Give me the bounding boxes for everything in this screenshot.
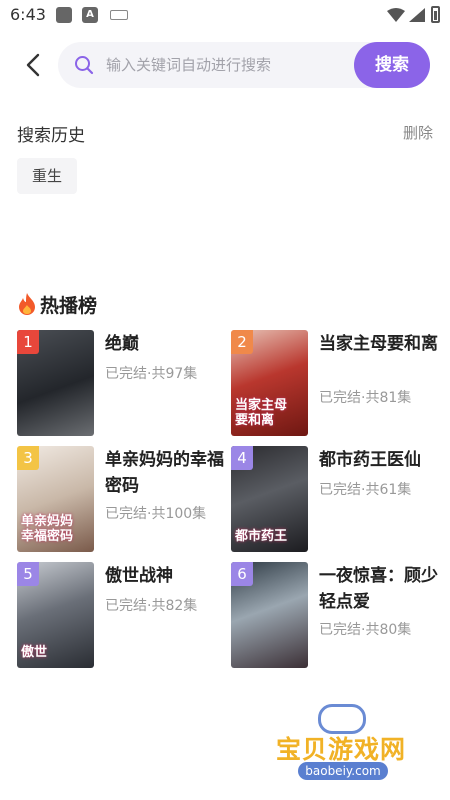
poster-thumbnail: 3 单亲妈妈 幸福密码: [17, 446, 94, 552]
status-time: 6:43: [10, 5, 46, 24]
poster-thumbnail: 6: [231, 562, 308, 668]
rank-badge: 4: [231, 446, 253, 470]
delete-history-button[interactable]: 删除: [403, 122, 433, 143]
watermark-logo: 宝贝游戏网 baobeiy.com: [268, 700, 418, 796]
hot-list-item[interactable]: 1 绝巅已完结·共97集: [17, 330, 227, 436]
episode-meta: 已完结·共100集: [105, 506, 207, 522]
drama-title: 当家主母要和离: [319, 334, 438, 354]
episode-meta: 已完结·共82集: [105, 598, 198, 614]
signal-icon: [409, 8, 425, 22]
back-button[interactable]: [18, 50, 48, 80]
search-input[interactable]: [106, 50, 346, 80]
poster-title-art: 傲世: [21, 645, 48, 660]
search-bar: 搜索: [58, 42, 430, 88]
status-bar: 6:43 A: [0, 0, 450, 30]
poster-thumbnail: 1: [17, 330, 94, 436]
search-history-title: 搜索历史: [17, 126, 85, 146]
episode-meta: 已完结·共61集: [319, 482, 412, 498]
episode-meta: 已完结·共97集: [105, 366, 198, 382]
poster-thumbnail: 5 傲世: [17, 562, 94, 668]
watermark-brand: 宝贝游戏网: [276, 735, 407, 764]
wifi-icon: [387, 8, 405, 22]
fire-icon: [19, 293, 35, 315]
rank-badge: 6: [231, 562, 253, 586]
episode-meta: 已完结·共80集: [319, 622, 412, 638]
keyboard-icon: [110, 10, 128, 20]
app-notification-icon: A: [82, 7, 98, 23]
poster-thumbnail: 4 都市药王: [231, 446, 308, 552]
poster-title-art: 当家主母 要和离: [235, 398, 288, 428]
poster-title-art: 单亲妈妈 幸福密码: [21, 514, 74, 544]
rank-badge: 5: [17, 562, 39, 586]
hot-list-item[interactable]: 5 傲世 傲世战神已完结·共82集: [17, 562, 227, 668]
drama-title: 一夜惊喜：顾少轻点爱: [319, 566, 438, 612]
episode-meta: 已完结·共81集: [319, 390, 412, 406]
battery-icon: [431, 6, 440, 23]
hot-list-header: 热播榜: [17, 290, 97, 318]
search-icon: [75, 56, 94, 75]
drama-title: 绝巅: [105, 334, 139, 354]
poster-thumbnail: 2 当家主母 要和离: [231, 330, 308, 436]
rank-badge: 2: [231, 330, 253, 354]
hot-list-title: 热播榜: [40, 294, 98, 317]
hot-list-item[interactable]: 2 当家主母 要和离 当家主母要和离已完结·共81集: [231, 330, 441, 436]
hot-list-item[interactable]: 4 都市药王 都市药王医仙已完结·共61集: [231, 446, 441, 552]
hot-list-item[interactable]: 3 单亲妈妈 幸福密码 单亲妈妈的幸福密码已完结·共100集: [17, 446, 227, 552]
hot-list-item[interactable]: 6 一夜惊喜：顾少轻点爱已完结·共80集: [231, 562, 441, 668]
chevron-left-icon: [26, 53, 40, 77]
drama-title: 傲世战神: [105, 566, 173, 586]
drama-title: 都市药王医仙: [319, 450, 421, 470]
poster-title-art: 都市药王: [235, 529, 288, 544]
drama-title: 单亲妈妈的幸福密码: [105, 450, 224, 496]
notification-icon: [56, 7, 72, 23]
watermark-url: baobeiy.com: [298, 762, 388, 780]
rank-badge: 1: [17, 330, 39, 354]
search-button[interactable]: 搜索: [354, 42, 430, 88]
history-item[interactable]: 重生: [17, 158, 78, 194]
rank-badge: 3: [17, 446, 39, 470]
